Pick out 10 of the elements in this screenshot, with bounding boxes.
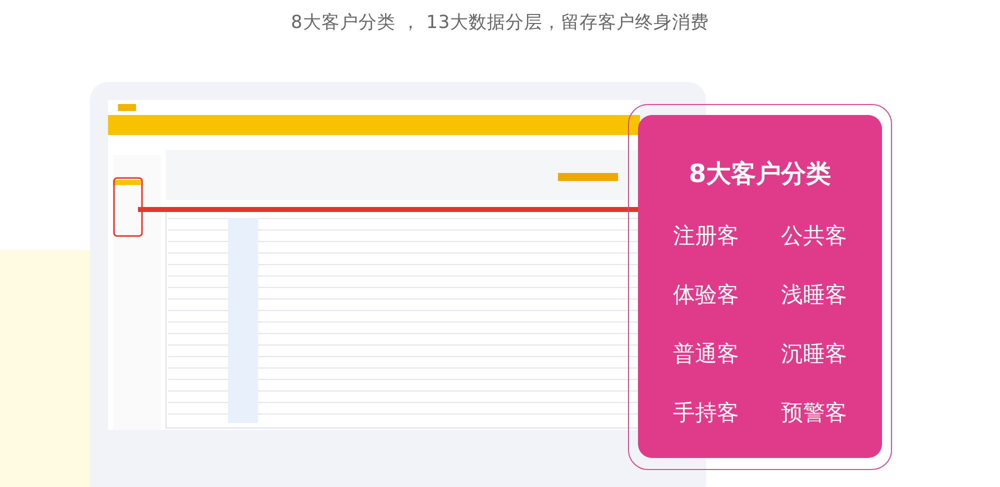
category-label: 注册客 <box>672 222 740 250</box>
category-label: 沉睡客 <box>780 340 848 368</box>
category-label: 预警客 <box>780 400 848 428</box>
card-title: 8大客户分类 <box>688 158 832 190</box>
headline: 8大客户分类 ， 13大数据分层，留存客户终身消费 <box>290 11 710 35</box>
category-label: 浅睡客 <box>780 282 848 310</box>
category-label: 手持客 <box>672 400 740 428</box>
category-label: 普通客 <box>672 340 740 368</box>
category-label: 公共客 <box>780 222 848 250</box>
category-label: 体验客 <box>672 282 740 310</box>
